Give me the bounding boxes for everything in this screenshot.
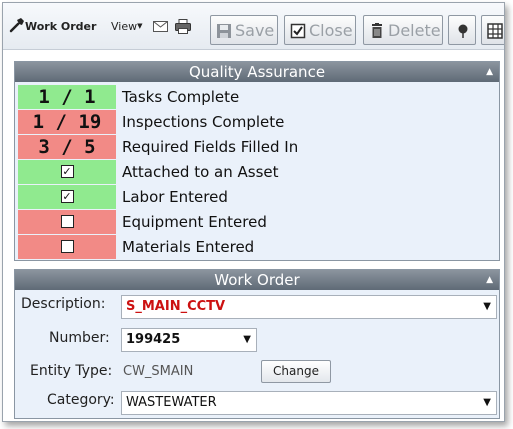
qa-label-required-fields: Required Fields Filled In xyxy=(122,138,299,156)
more-button[interactable] xyxy=(481,15,504,45)
qa-row-labor: ✓ Labor Entered xyxy=(18,185,496,210)
qa-status-labor: ✓ xyxy=(18,185,116,209)
map-pin-button[interactable] xyxy=(448,15,476,45)
quality-assurance-header[interactable]: Quality Assurance ▲ xyxy=(15,62,499,82)
wrench-icon xyxy=(9,18,24,33)
map-pin-icon xyxy=(458,24,468,38)
delete-button-label: Delete xyxy=(388,21,441,40)
qa-label-tasks: Tasks Complete xyxy=(122,88,240,106)
entity-type-label: Entity Type: xyxy=(30,363,113,379)
work-order-title: Work Order xyxy=(214,271,300,289)
qa-status-required-fields: 3 / 5 xyxy=(18,135,116,159)
save-button[interactable]: Save xyxy=(210,15,278,45)
work-order-header[interactable]: Work Order ▲ xyxy=(15,270,499,290)
grid-icon xyxy=(487,23,503,39)
category-value: WASTEWATER xyxy=(126,395,217,410)
close-button[interactable]: Close xyxy=(284,15,356,45)
qa-status-materials xyxy=(18,235,116,259)
dropdown-arrow-icon: ▼ xyxy=(243,334,251,345)
work-order-menu[interactable]: Work Order xyxy=(25,20,96,33)
qa-row-asset: ✓ Attached to an Asset xyxy=(18,160,496,185)
qa-label-materials: Materials Entered xyxy=(122,238,255,256)
description-label: Description: xyxy=(21,296,106,312)
unchecked-checkbox-icon xyxy=(60,215,74,228)
unchecked-checkbox-icon xyxy=(60,240,74,253)
close-button-label: Close xyxy=(309,21,353,40)
qa-label-equipment: Equipment Entered xyxy=(122,213,267,231)
checkbox-close-icon xyxy=(290,23,306,39)
toolbar: Work Order View▼ Save Close Delete xyxy=(3,3,504,50)
qa-status-equipment xyxy=(18,210,116,234)
description-select[interactable]: S_MAIN_CCTV ▼ xyxy=(121,295,497,319)
collapse-icon[interactable]: ▲ xyxy=(486,270,493,290)
view-menu-label: View xyxy=(111,20,138,33)
qa-status-asset: ✓ xyxy=(18,160,116,184)
work-order-panel: Work Order ▲ Description: S_MAIN_CCTV ▼ … xyxy=(14,269,500,419)
qa-row-materials: Materials Entered xyxy=(18,235,496,260)
qa-row-required-fields: 3 / 5 Required Fields Filled In xyxy=(18,135,496,160)
qa-label-inspections: Inspections Complete xyxy=(122,113,285,131)
quality-assurance-panel: Quality Assurance ▲ 1 / 1 Tasks Complete… xyxy=(14,61,500,261)
checked-checkbox-icon: ✓ xyxy=(60,165,74,178)
qa-status-inspections: 1 / 19 xyxy=(18,110,116,134)
dropdown-arrow-icon: ▼ xyxy=(483,301,491,312)
dropdown-arrow-icon: ▼ xyxy=(483,397,491,408)
print-icon[interactable] xyxy=(175,19,191,34)
caret-down-icon: ▼ xyxy=(137,22,143,30)
category-label: Category: xyxy=(47,392,115,408)
qa-row-inspections: 1 / 19 Inspections Complete xyxy=(18,110,496,135)
qa-row-equipment: Equipment Entered xyxy=(18,210,496,235)
number-select[interactable]: 199425 ▼ xyxy=(121,328,257,352)
floppy-disk-icon xyxy=(217,24,231,38)
change-entity-type-button[interactable]: Change xyxy=(261,360,331,383)
collapse-icon[interactable]: ▲ xyxy=(486,62,493,82)
email-icon[interactable] xyxy=(153,21,168,32)
trash-icon xyxy=(372,23,382,38)
number-value: 199425 xyxy=(126,332,181,347)
category-select[interactable]: WASTEWATER ▼ xyxy=(121,391,497,415)
number-label: Number: xyxy=(49,330,110,346)
qa-status-tasks: 1 / 1 xyxy=(18,85,116,109)
checked-checkbox-icon: ✓ xyxy=(60,190,74,203)
entity-type-value: CW_SMAIN xyxy=(123,364,194,379)
work-order-window: Work Order View▼ Save Close Delete Quali… xyxy=(2,2,505,422)
qa-label-labor: Labor Entered xyxy=(122,188,228,206)
delete-button[interactable]: Delete xyxy=(363,15,443,45)
view-menu[interactable]: View▼ xyxy=(111,20,143,33)
save-button-label: Save xyxy=(235,21,275,40)
qa-label-asset: Attached to an Asset xyxy=(122,163,279,181)
quality-assurance-title: Quality Assurance xyxy=(188,63,326,81)
qa-row-tasks: 1 / 1 Tasks Complete xyxy=(18,85,496,110)
description-value: S_MAIN_CCTV xyxy=(126,299,226,314)
